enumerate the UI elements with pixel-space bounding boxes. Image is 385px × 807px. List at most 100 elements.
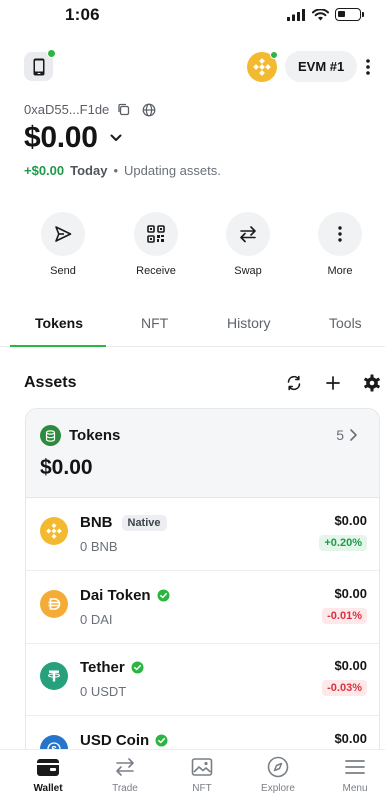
swap-label: Swap: [234, 265, 262, 277]
image-icon: [191, 758, 213, 776]
tab-tools[interactable]: Tools: [329, 315, 362, 331]
swap-button[interactable]: Swap: [213, 212, 283, 277]
bnb-token-logo: [40, 517, 68, 545]
native-badge: Native: [121, 514, 167, 531]
token-name-text: BNB: [80, 514, 113, 531]
nav-label: Explore: [261, 783, 295, 794]
tab-tokens[interactable]: Tokens: [35, 315, 83, 331]
dai-token-logo: [40, 590, 68, 618]
phone-wallet-icon: [33, 58, 44, 75]
plus-icon: [326, 376, 340, 390]
status-bar: 1:06: [0, 0, 385, 34]
tether-token-logo: [40, 662, 68, 690]
receive-label: Receive: [136, 265, 176, 277]
chain-active-indicator: [270, 51, 278, 59]
chevron-down-icon[interactable]: [110, 134, 122, 142]
more-actions-button[interactable]: More: [305, 212, 375, 277]
token-name: Dai Token: [80, 587, 170, 604]
token-row-dai[interactable]: Dai Token 0 DAI $0.00 -0.01%: [26, 572, 379, 644]
status-time: 1:06: [65, 5, 100, 24]
more-label: More: [327, 265, 353, 277]
nav-explore[interactable]: Explore: [240, 756, 316, 794]
token-value: $0.00: [334, 513, 367, 528]
token-name-text: Tether: [80, 659, 125, 676]
swap-icon: [240, 226, 256, 243]
wallet-switch-button[interactable]: [24, 49, 56, 81]
cellular-signal-icon: [287, 8, 305, 21]
balance-change-row: +$0.00 Today • Updating assets.: [24, 163, 221, 178]
globe-icon[interactable]: [142, 103, 156, 117]
nav-label: Wallet: [33, 783, 63, 794]
bnb-icon: [46, 523, 62, 539]
token-change-badge: -0.03%: [322, 680, 367, 696]
token-row-bnb[interactable]: BNB Native 0 BNB $0.00 +0.20%: [26, 499, 379, 571]
token-value: $0.00: [334, 731, 367, 746]
verified-check-icon: [157, 589, 170, 602]
copy-icon[interactable]: [117, 103, 130, 116]
total-balance: $0.00: [24, 121, 98, 154]
token-amount: 0 USDT: [80, 684, 127, 699]
bnb-chain-logo[interactable]: [247, 51, 278, 82]
network-selector[interactable]: EVM #1: [285, 51, 358, 82]
asset-settings-button[interactable]: [361, 372, 383, 394]
wallet-icon: [37, 759, 59, 776]
top-header: EVM #1: [0, 49, 385, 85]
token-change-badge: +0.20%: [319, 535, 367, 551]
quick-actions: Send Receive Swap More: [0, 212, 385, 282]
menu-icon: [345, 760, 365, 774]
refresh-icon: [287, 375, 301, 391]
wifi-icon: [312, 8, 329, 20]
assets-title: Assets: [24, 374, 77, 391]
token-name: Tether: [80, 659, 144, 676]
token-group-total: $0.00: [40, 456, 93, 479]
trade-icon: [116, 758, 134, 776]
nav-wallet[interactable]: Wallet: [10, 756, 86, 794]
token-row-usdt[interactable]: Tether 0 USDT $0.00 -0.03%: [26, 644, 379, 716]
send-button[interactable]: Send: [28, 212, 98, 277]
nav-trade[interactable]: Trade: [87, 756, 163, 794]
qr-code-icon: [147, 225, 165, 243]
separator-dot: •: [113, 163, 119, 178]
more-options-button[interactable]: [358, 54, 378, 80]
token-amount: 0 DAI: [80, 612, 113, 627]
connected-indicator: [47, 49, 56, 58]
address-row: 0xaD55...F1de: [24, 102, 156, 117]
tether-icon: [47, 670, 61, 682]
compass-icon: [267, 756, 289, 778]
token-value: $0.00: [334, 586, 367, 601]
balance-change-value: +$0.00: [24, 163, 65, 178]
token-count[interactable]: 5: [336, 427, 357, 443]
token-value: $0.00: [334, 658, 367, 673]
token-name: USD Coin: [80, 732, 168, 749]
token-group-header[interactable]: Tokens 5 $0.00: [26, 409, 379, 498]
receive-button[interactable]: Receive: [121, 212, 191, 277]
send-icon: [55, 226, 72, 242]
more-vertical-icon: [338, 226, 342, 242]
verified-check-icon: [131, 661, 144, 674]
nav-nft[interactable]: NFT: [164, 756, 240, 794]
nav-menu[interactable]: Menu: [317, 756, 385, 794]
nav-label: Trade: [112, 783, 138, 794]
send-label: Send: [50, 265, 76, 277]
token-amount: 0 BNB: [80, 539, 118, 554]
token-count-value: 5: [336, 427, 344, 443]
asset-update-status: Updating assets.: [124, 163, 221, 178]
nav-label: NFT: [192, 783, 212, 794]
add-token-button[interactable]: [322, 372, 344, 394]
battery-icon: [335, 8, 364, 21]
token-list-card: Tokens 5 $0.00 BNB Native 0 BNB $0.00 +0…: [25, 408, 380, 768]
verified-check-icon: [155, 734, 168, 747]
more-vertical-icon: [366, 59, 370, 75]
chevron-right-icon: [350, 429, 357, 441]
tab-nft[interactable]: NFT: [141, 315, 168, 331]
token-name-text: USD Coin: [80, 732, 150, 749]
token-name-text: Dai Token: [80, 587, 151, 604]
assets-header: Assets: [24, 372, 380, 396]
refresh-button[interactable]: [283, 372, 305, 394]
tab-history[interactable]: History: [227, 315, 271, 331]
balance-row[interactable]: $0.00: [24, 121, 122, 155]
balance-change-period: Today: [70, 163, 108, 178]
nav-label: Menu: [342, 783, 368, 794]
bottom-navigation: Wallet Trade NFT Explore Menu: [0, 749, 385, 807]
token-change-badge: -0.01%: [322, 608, 367, 624]
